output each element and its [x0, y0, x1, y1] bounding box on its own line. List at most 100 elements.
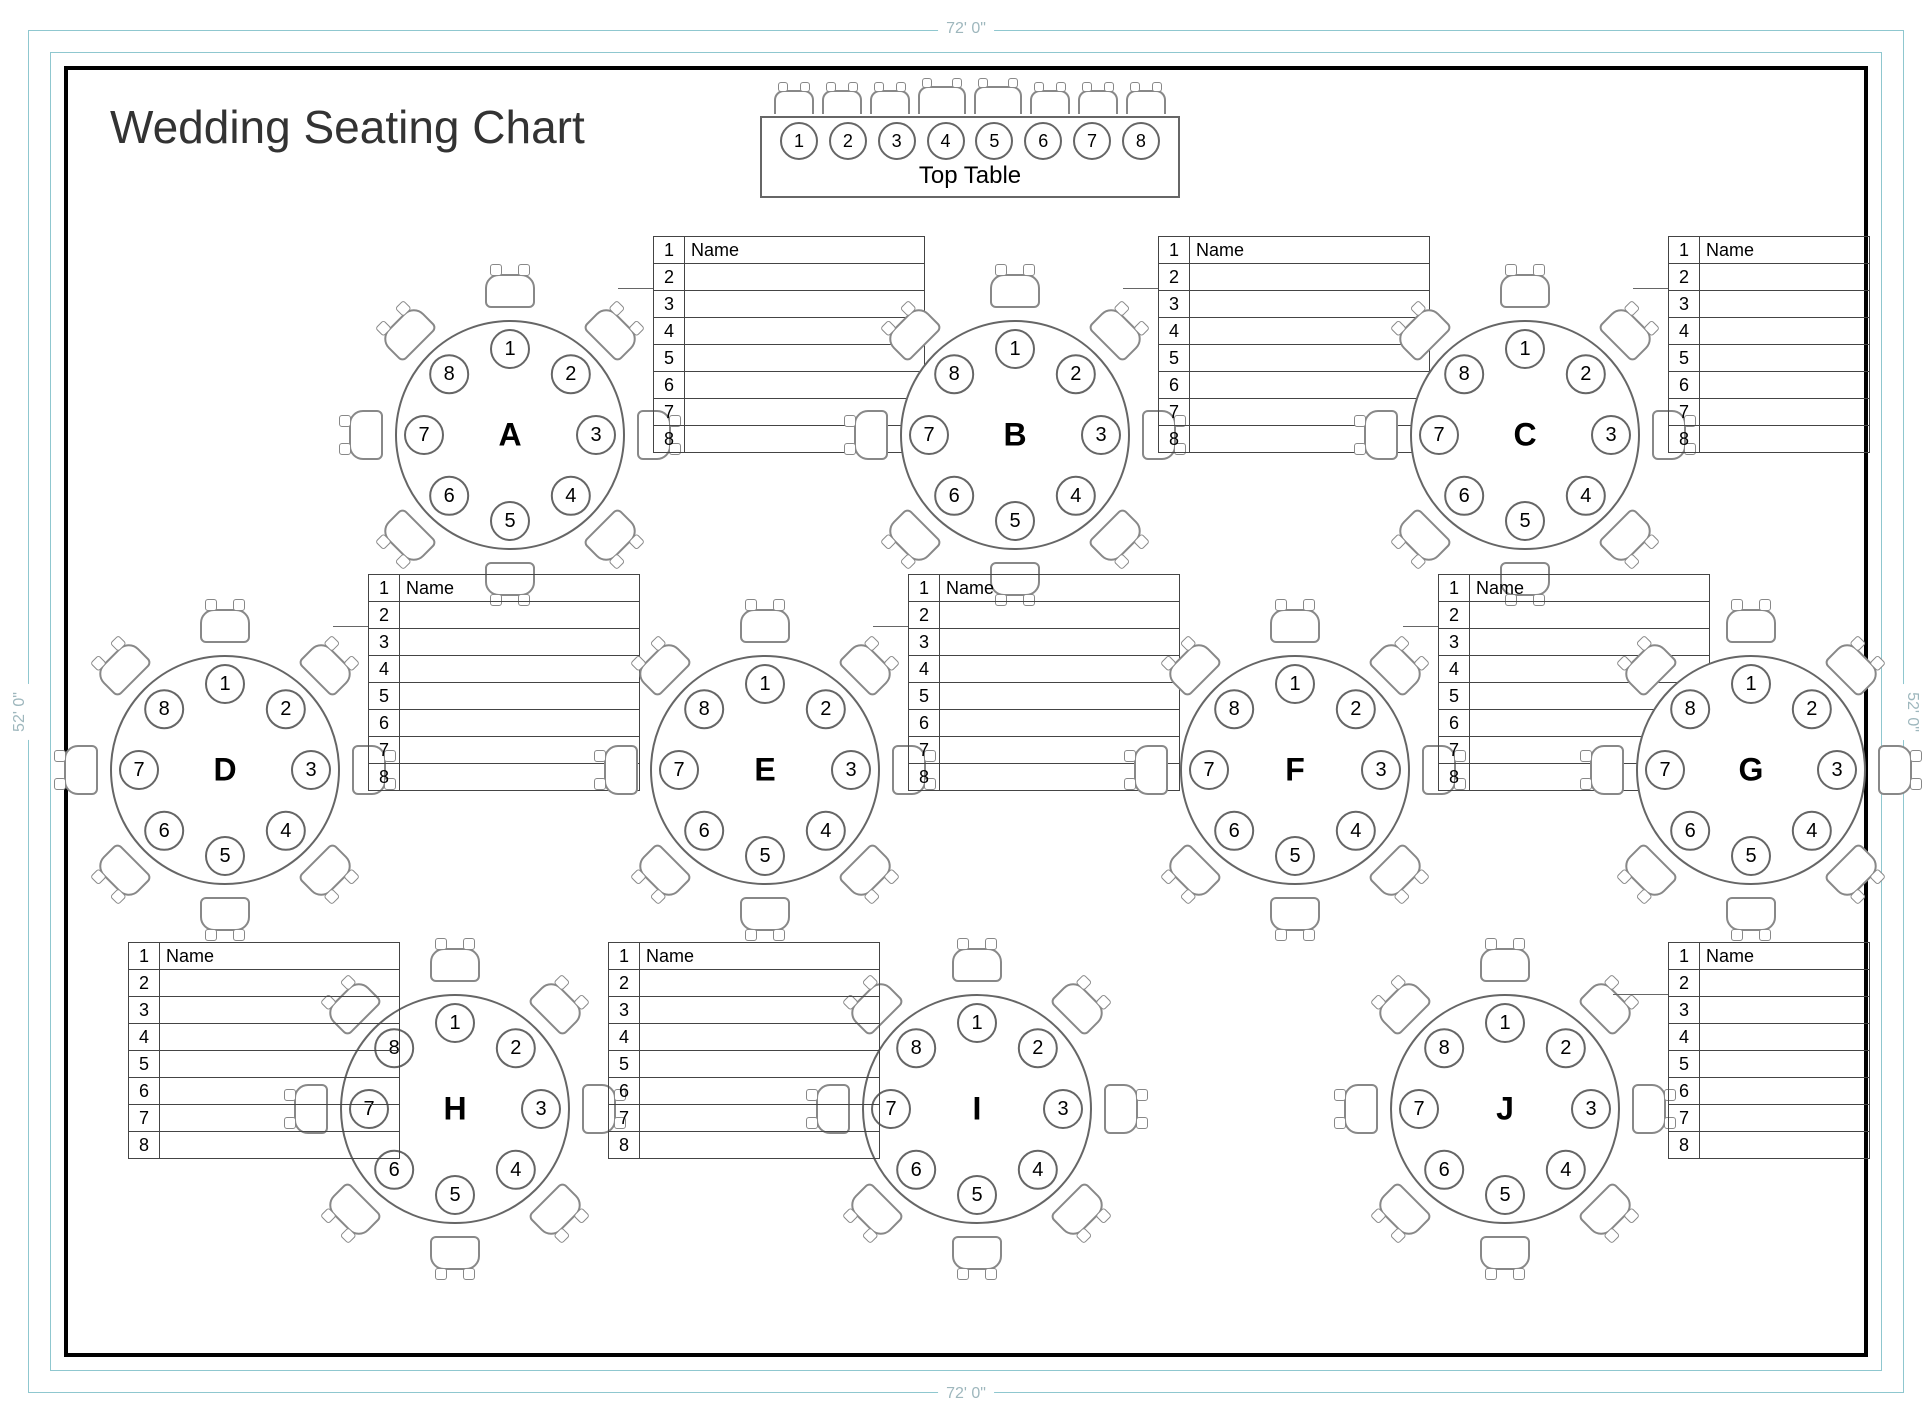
chair-icon [485, 274, 535, 308]
top-table-seat: 3 [878, 122, 916, 160]
round-table: B12345678 [900, 320, 1130, 550]
name-list-row: 1Name [129, 943, 399, 970]
name-list-number: 6 [1439, 710, 1470, 736]
round-table: D12345678 [110, 655, 340, 885]
name-list-row: 1Name [909, 575, 1179, 602]
name-list-number: 4 [1159, 318, 1190, 344]
seat-number: 4 [1792, 811, 1832, 851]
name-list-row: 1Name [609, 943, 879, 970]
name-list-cell [400, 656, 639, 682]
name-list-cell [685, 345, 924, 371]
name-list-number: 5 [1669, 345, 1700, 371]
name-list-row: 7 [1669, 1105, 1869, 1132]
name-list-cell [1470, 629, 1709, 655]
name-list-cell: Name [1470, 575, 1709, 601]
name-list-cell [1700, 1105, 1869, 1131]
table-label: B [1003, 417, 1026, 454]
name-list-number: 8 [909, 764, 940, 790]
seat-number: 8 [1424, 1028, 1464, 1068]
name-list-cell [940, 710, 1179, 736]
name-list-cell [400, 629, 639, 655]
name-list-cell [160, 1132, 399, 1158]
name-list-row: 3 [654, 291, 924, 318]
chair-icon [870, 90, 910, 114]
seat-number: 2 [1336, 689, 1376, 729]
seat-number: 4 [806, 811, 846, 851]
seat-number: 3 [1361, 750, 1401, 790]
name-list-number: 2 [654, 264, 685, 290]
name-list-row: 8 [1669, 426, 1869, 452]
top-table-seat: 4 [927, 122, 965, 160]
name-list-cell [160, 970, 399, 996]
name-list-number: 7 [654, 399, 685, 425]
seat-number: 1 [995, 329, 1035, 369]
name-list-i: 1Name2345678 [608, 942, 880, 1159]
seat-number: 7 [1189, 750, 1229, 790]
seat-number: 1 [1731, 664, 1771, 704]
top-table-seat: 7 [1073, 122, 1111, 160]
seat-number: 4 [1018, 1150, 1058, 1190]
name-list-cell [160, 1051, 399, 1077]
seat-number: 7 [1645, 750, 1685, 790]
name-list-cell [1700, 1024, 1869, 1050]
chair-icon [1726, 609, 1776, 643]
name-list-number: 6 [1669, 1078, 1700, 1104]
name-list-row: 1Name [1439, 575, 1709, 602]
name-list-number: 3 [1669, 291, 1700, 317]
name-list-number: 4 [369, 656, 400, 682]
top-table-seat: 8 [1122, 122, 1160, 160]
chair-icon [854, 410, 888, 460]
name-list-h: 1Name2345678 [128, 942, 400, 1159]
name-list-row: 8 [129, 1132, 399, 1158]
chair-icon [1500, 274, 1550, 308]
name-list-number: 4 [654, 318, 685, 344]
name-list-number: 2 [369, 602, 400, 628]
name-list-row: 4 [909, 656, 1179, 683]
name-list-number: 8 [369, 764, 400, 790]
name-list-cell [640, 1078, 879, 1104]
seat-number: 2 [1056, 354, 1096, 394]
name-list-number: 6 [1159, 372, 1190, 398]
chair-icon [64, 745, 98, 795]
name-list-row: 5 [1669, 345, 1869, 372]
seat-number: 7 [1419, 415, 1459, 455]
chair-icon [1480, 1236, 1530, 1270]
name-list-number: 5 [369, 683, 400, 709]
top-table-seat: 5 [975, 122, 1013, 160]
seat-number: 4 [551, 476, 591, 516]
name-list-row: 7 [1669, 399, 1869, 426]
seat-number: 3 [576, 415, 616, 455]
seat-number: 5 [1731, 836, 1771, 876]
table-c: C12345678 [1410, 320, 1640, 550]
seat-number: 2 [806, 689, 846, 729]
name-list-row: 6 [1669, 1078, 1869, 1105]
round-table: E12345678 [650, 655, 880, 885]
chair-icon [1126, 90, 1166, 114]
connector-line [618, 288, 653, 354]
name-list-number: 2 [1439, 602, 1470, 628]
chair-icon [1590, 745, 1624, 795]
seat-number: 6 [1444, 476, 1484, 516]
seat-number: 5 [1505, 501, 1545, 541]
name-list-row: 4 [609, 1024, 879, 1051]
chair-icon [1480, 948, 1530, 982]
seat-number: 1 [205, 664, 245, 704]
seat-number: 8 [1214, 689, 1254, 729]
name-list-number: 3 [654, 291, 685, 317]
name-list-cell [685, 264, 924, 290]
name-list-number: 3 [129, 997, 160, 1023]
name-list-row: 6 [654, 372, 924, 399]
name-list-cell [1700, 399, 1869, 425]
name-list-row: 6 [1669, 372, 1869, 399]
name-list-number: 1 [654, 237, 685, 263]
chair-icon [952, 948, 1002, 982]
seat-number: 8 [1444, 354, 1484, 394]
name-list-cell [685, 399, 924, 425]
name-list-cell [1190, 291, 1429, 317]
seat-number: 3 [521, 1089, 561, 1129]
name-list-row: 1Name [654, 237, 924, 264]
chair-icon [822, 90, 862, 114]
table-label: I [973, 1091, 982, 1128]
name-list-cell [1470, 602, 1709, 628]
name-list-number: 7 [1669, 1105, 1700, 1131]
